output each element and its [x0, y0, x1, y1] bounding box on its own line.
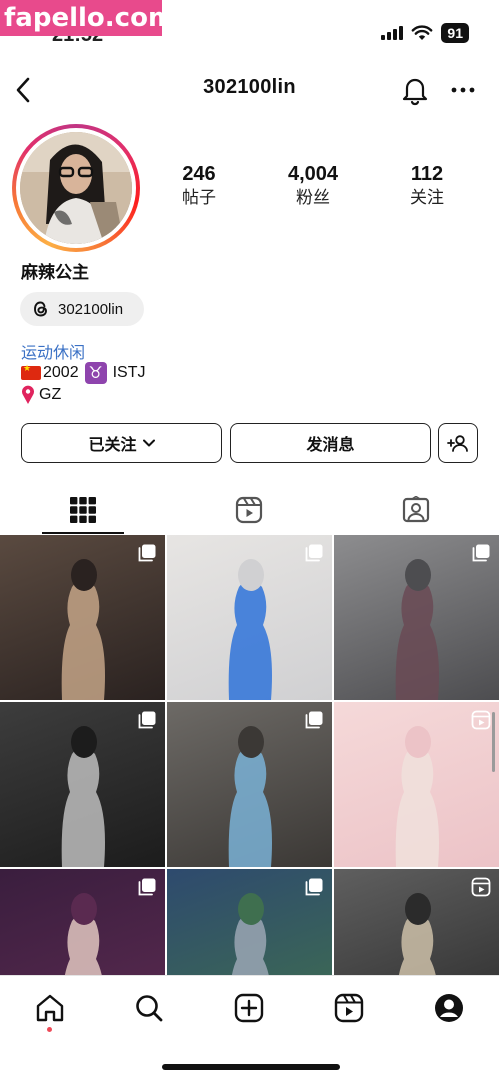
- profile-category[interactable]: 运动休闲: [21, 339, 85, 363]
- post-thumbnail[interactable]: [0, 702, 165, 867]
- location-pin-icon: [22, 385, 34, 404]
- tab-tagged[interactable]: [333, 486, 499, 534]
- tagged-icon: [402, 496, 430, 523]
- search-icon: [136, 995, 163, 1022]
- post-thumbnail[interactable]: [167, 535, 332, 700]
- grid-icon: [70, 497, 96, 523]
- post-thumbnail[interactable]: [334, 535, 499, 700]
- threads-badge[interactable]: 302100lin: [20, 292, 144, 326]
- nav-create[interactable]: [229, 988, 269, 1028]
- post-thumbnail[interactable]: [0, 535, 165, 700]
- create-icon: [234, 993, 264, 1023]
- wifi-icon: [412, 25, 433, 40]
- watermark: fapello.com: [0, 0, 175, 36]
- carousel-badge-icon: [305, 711, 323, 729]
- stat-followers[interactable]: 4,004 粉丝: [268, 162, 358, 210]
- display-name: 麻辣公主: [21, 263, 89, 282]
- post-thumbnail[interactable]: [167, 869, 332, 975]
- stat-posts[interactable]: 246 帖子: [154, 162, 244, 210]
- avatar: [20, 132, 132, 244]
- battery-indicator: 91: [441, 23, 469, 43]
- post-thumbnail[interactable]: [334, 702, 499, 867]
- avatar-photo: [20, 132, 132, 244]
- taurus-icon: ♉: [84, 362, 107, 384]
- home-icon: [36, 994, 64, 1022]
- china-flag-icon: [21, 363, 41, 380]
- reel-badge-icon: [471, 877, 491, 897]
- message-button[interactable]: 发消息: [230, 423, 431, 463]
- posts-grid: [0, 535, 499, 975]
- threads-icon: [34, 301, 47, 317]
- bio-line-2: GZ: [21, 385, 61, 405]
- carousel-badge-icon: [138, 544, 156, 562]
- profile-header: 302100lin: [0, 70, 499, 110]
- notification-dot: [47, 1027, 52, 1032]
- threads-handle: 302100lin: [58, 300, 124, 318]
- nav-search[interactable]: [129, 988, 169, 1028]
- post-thumbnail[interactable]: [167, 702, 332, 867]
- followers-label: 粉丝: [296, 188, 330, 207]
- reels-icon: [334, 993, 364, 1023]
- more-options-button[interactable]: [448, 74, 478, 106]
- posts-count: 246: [182, 163, 216, 185]
- status-icons: 91: [381, 22, 469, 44]
- carousel-badge-icon: [138, 878, 156, 896]
- bell-icon: [402, 78, 428, 106]
- carousel-badge-icon: [138, 711, 156, 729]
- posts-label: 帖子: [182, 188, 216, 207]
- home-indicator[interactable]: [162, 1064, 340, 1070]
- reel-badge-icon: [471, 710, 491, 730]
- nav-profile[interactable]: [429, 988, 469, 1028]
- bio-mbti: ISTJ: [112, 364, 146, 381]
- bio-line-1: 2002 ♉ ISTJ: [21, 362, 145, 384]
- active-tab-indicator: [42, 532, 124, 534]
- post-thumbnail[interactable]: [0, 869, 165, 975]
- profile-icon: [435, 994, 463, 1022]
- tab-posts-grid[interactable]: [0, 486, 166, 534]
- post-thumbnail[interactable]: [334, 869, 499, 975]
- followers-count: 4,004: [287, 163, 339, 185]
- avatar-story-ring[interactable]: [12, 124, 140, 252]
- carousel-badge-icon: [472, 544, 490, 562]
- suggested-users-button[interactable]: [438, 423, 478, 463]
- carousel-badge-icon: [305, 544, 323, 562]
- bio-location: GZ: [39, 386, 62, 403]
- message-label: 发消息: [306, 437, 355, 454]
- nav-home[interactable]: [30, 988, 70, 1028]
- bio-year: 2002: [43, 364, 79, 381]
- following-button[interactable]: 已关注: [21, 423, 222, 463]
- carousel-badge-icon: [305, 878, 323, 896]
- following-label: 已关注: [88, 437, 137, 454]
- more-icon: [451, 87, 475, 93]
- stat-following[interactable]: 112 关注: [382, 162, 472, 210]
- signal-icon: [381, 26, 404, 40]
- scrollbar[interactable]: [492, 712, 495, 772]
- following-label: 关注: [410, 188, 444, 207]
- profile-tabs: [0, 486, 499, 534]
- chevron-down-icon: [142, 439, 155, 447]
- following-count: 112: [410, 163, 444, 185]
- tab-reels[interactable]: [166, 486, 332, 534]
- nav-reels[interactable]: [329, 988, 369, 1028]
- add-person-icon: [447, 435, 468, 452]
- reels-icon: [235, 496, 263, 524]
- notifications-button[interactable]: [400, 74, 430, 111]
